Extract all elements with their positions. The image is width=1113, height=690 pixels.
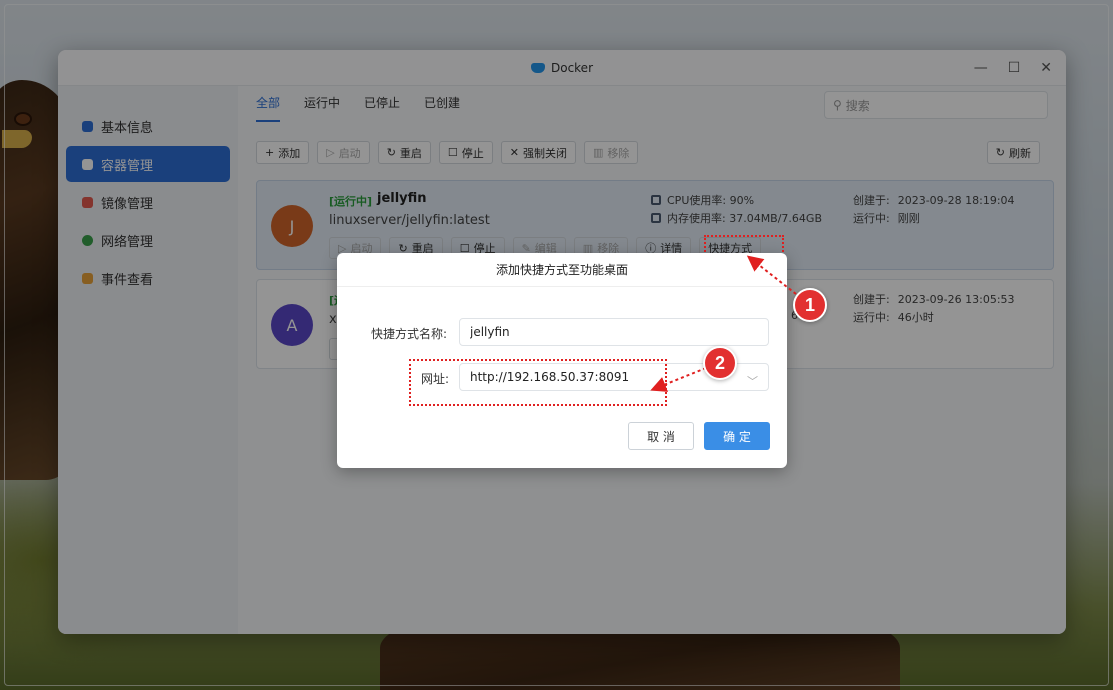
cancel-button[interactable]: 取 消 — [628, 422, 694, 450]
shortcut-name-label: 快捷方式名称: — [371, 327, 448, 341]
confirm-button[interactable]: 确 定 — [704, 422, 770, 450]
shortcut-name-input[interactable] — [459, 318, 769, 346]
callout-badge-1: 1 — [793, 288, 827, 322]
dialog-title: 添加快捷方式至功能桌面 — [337, 253, 787, 287]
callout-badge-2: 2 — [703, 346, 737, 380]
url-field-highlight — [409, 359, 667, 406]
chevron-down-icon[interactable]: ﹀ — [747, 373, 758, 389]
